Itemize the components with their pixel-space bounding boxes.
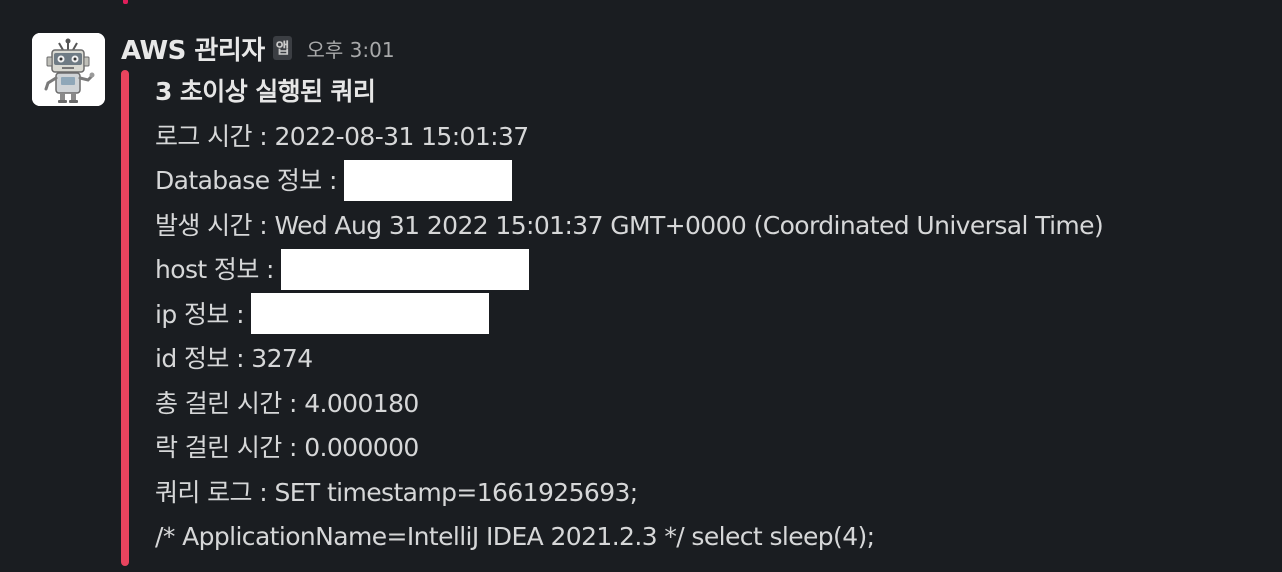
- redacted-host-box: [281, 248, 530, 290]
- attachment-color-bar: [121, 70, 129, 566]
- attachment-title: 3 초이상 실행된 쿼리: [155, 77, 376, 106]
- redacted-ip-box: [251, 293, 490, 334]
- host-line: host 정보 :: [155, 248, 1275, 293]
- attachment-body: 3 초이상 실행된 쿼리 로그 시간 : 2022-08-31 15:01:37…: [155, 70, 1275, 560]
- total-time-line: 총 걸린 시간 : 4.000180: [155, 388, 419, 418]
- log-time-line: 로그 시간 : 2022-08-31 15:01:37: [155, 121, 529, 151]
- query-sql-line: /* ApplicationName=IntelliJ IDEA 2021.2.…: [155, 522, 875, 551]
- occurred-time-line: 발생 시간 : Wed Aug 31 2022 15:01:37 GMT+000…: [155, 210, 1104, 240]
- ip-label: ip 정보 :: [155, 299, 245, 329]
- sender-name[interactable]: AWS 관리자: [121, 30, 265, 67]
- redacted-database-box: [344, 159, 513, 201]
- query-log-line: 쿼리 로그 : SET timestamp=1661925693;: [155, 477, 638, 507]
- robot-icon: [32, 33, 105, 106]
- id-line: id 정보 : 3274: [155, 344, 313, 373]
- host-label: host 정보 :: [155, 255, 274, 284]
- database-label: Database 정보 :: [155, 166, 337, 195]
- message-item[interactable]: AWS 관리자 앱 오후 3:01 3 초이상 실행된 쿼리 로그 시간 : 2…: [0, 0, 1282, 572]
- database-line: Database 정보 :: [155, 159, 1275, 204]
- lock-time-line: 락 걸린 시간 : 0.000000: [155, 433, 419, 462]
- avatar[interactable]: [32, 33, 105, 106]
- message-header: AWS 관리자 앱 오후 3:01: [121, 30, 395, 66]
- ip-line: ip 정보 :: [155, 293, 1275, 338]
- app-badge: 앱: [272, 36, 293, 60]
- message-timestamp[interactable]: 오후 3:01: [306, 34, 394, 63]
